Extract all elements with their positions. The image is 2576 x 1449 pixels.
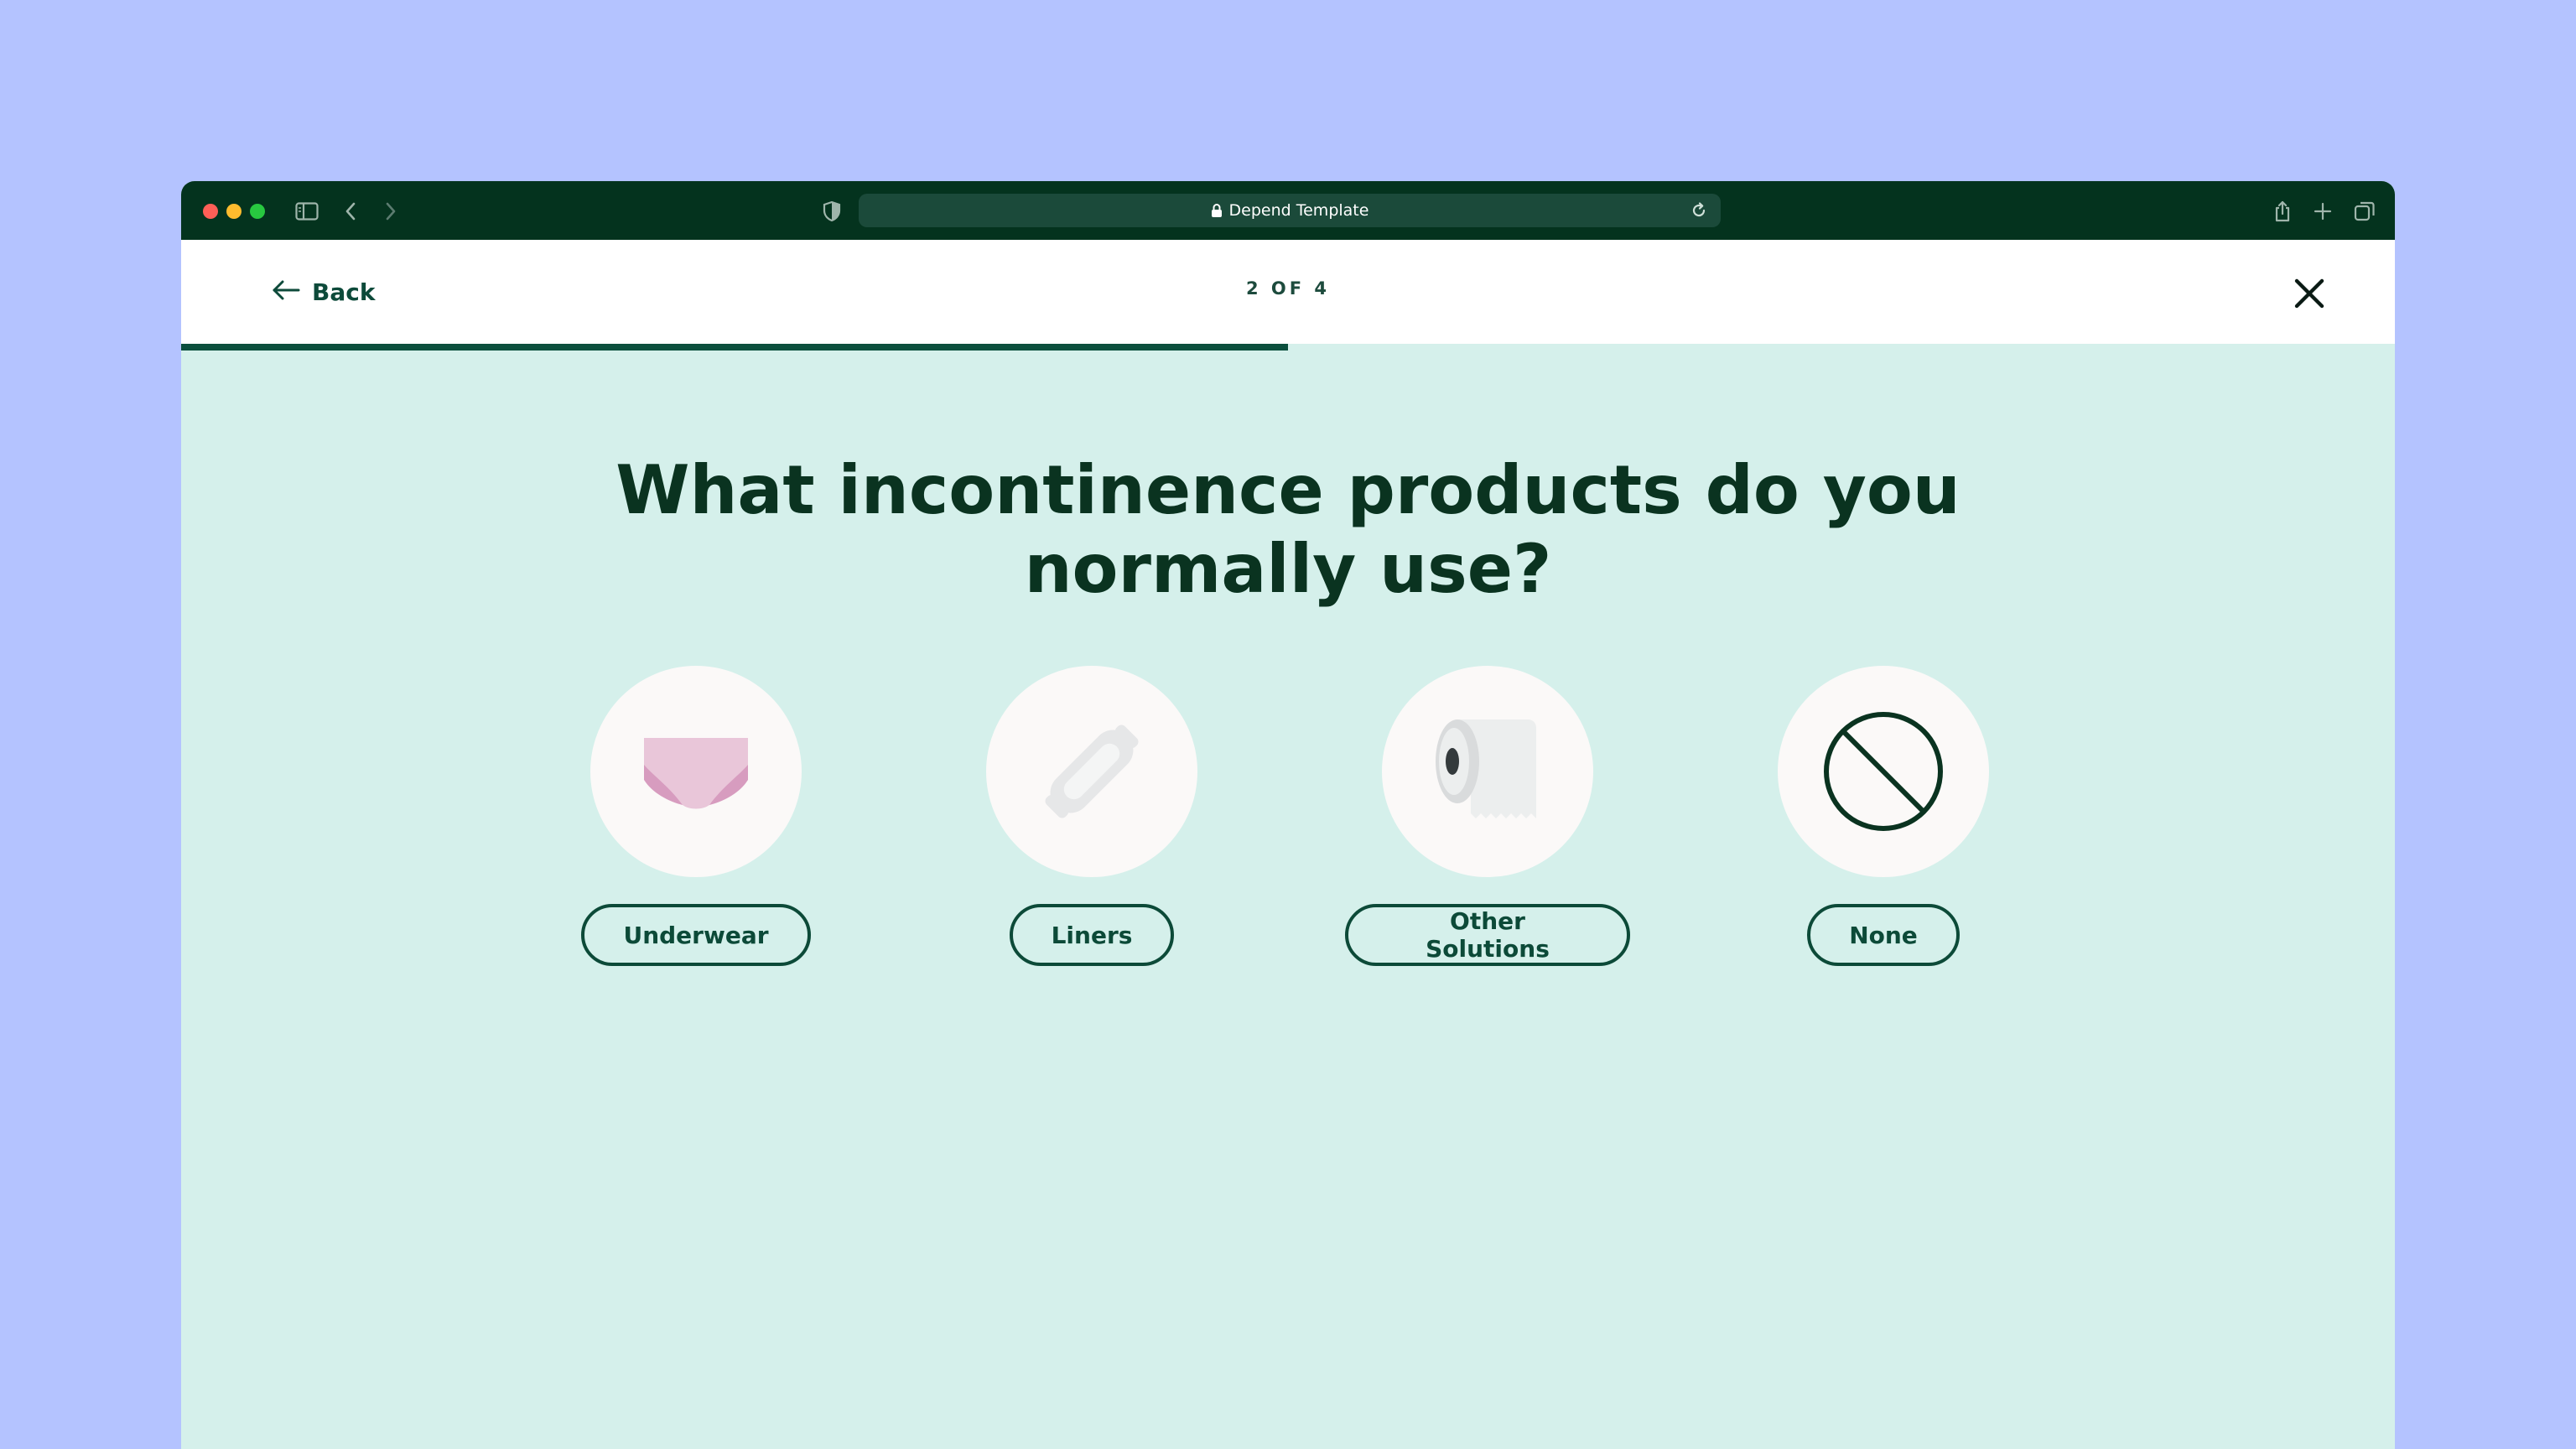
question-heading: What incontinence products do you normal… bbox=[615, 451, 1961, 608]
option-image-button[interactable] bbox=[986, 666, 1197, 877]
forward-icon[interactable] bbox=[374, 195, 408, 228]
plus-icon[interactable] bbox=[2306, 195, 2340, 228]
reload-icon[interactable] bbox=[1689, 200, 1709, 221]
underwear-icon bbox=[644, 738, 748, 809]
option-none: None bbox=[1741, 666, 2026, 966]
zoom-window-button[interactable] bbox=[250, 204, 265, 219]
lock-icon bbox=[1211, 203, 1223, 218]
close-window-button[interactable] bbox=[203, 204, 218, 219]
tabs-icon[interactable] bbox=[2348, 195, 2381, 228]
option-underwear: Underwear bbox=[553, 666, 839, 966]
sidebar-icon[interactable] bbox=[290, 195, 324, 228]
browser-window: Depend Template Back 2 OF 4 What inconti… bbox=[181, 181, 2395, 1449]
option-button[interactable]: Other Solutions bbox=[1345, 904, 1630, 966]
progress-bar bbox=[181, 344, 2395, 351]
close-button[interactable] bbox=[2289, 273, 2329, 314]
browser-toolbar: Depend Template bbox=[181, 181, 2395, 240]
no-symbol-icon bbox=[1824, 712, 1943, 831]
address-bar[interactable]: Depend Template bbox=[859, 194, 1721, 227]
option-button[interactable]: Liners bbox=[1009, 904, 1175, 966]
app-header: Back 2 OF 4 bbox=[181, 240, 2395, 344]
option-image-button[interactable] bbox=[1778, 666, 1989, 877]
page-title: Depend Template bbox=[1228, 201, 1369, 220]
liner-icon bbox=[1045, 724, 1139, 818]
back-icon[interactable] bbox=[334, 195, 367, 228]
option-button[interactable]: None bbox=[1807, 904, 1960, 966]
option-image-button[interactable] bbox=[1382, 666, 1593, 877]
close-icon bbox=[2294, 278, 2324, 309]
share-icon[interactable] bbox=[2266, 195, 2299, 228]
option-other-solutions: Other Solutions bbox=[1345, 666, 1630, 966]
option-image-button[interactable] bbox=[590, 666, 802, 877]
option-liners: Liners bbox=[949, 666, 1234, 966]
toilet-paper-icon bbox=[1436, 719, 1536, 818]
progress-fill bbox=[181, 344, 1288, 351]
step-indicator: 2 OF 4 bbox=[1245, 278, 1331, 299]
option-button[interactable]: Underwear bbox=[581, 904, 811, 966]
shield-icon[interactable] bbox=[815, 195, 849, 228]
minimize-window-button[interactable] bbox=[226, 204, 242, 219]
